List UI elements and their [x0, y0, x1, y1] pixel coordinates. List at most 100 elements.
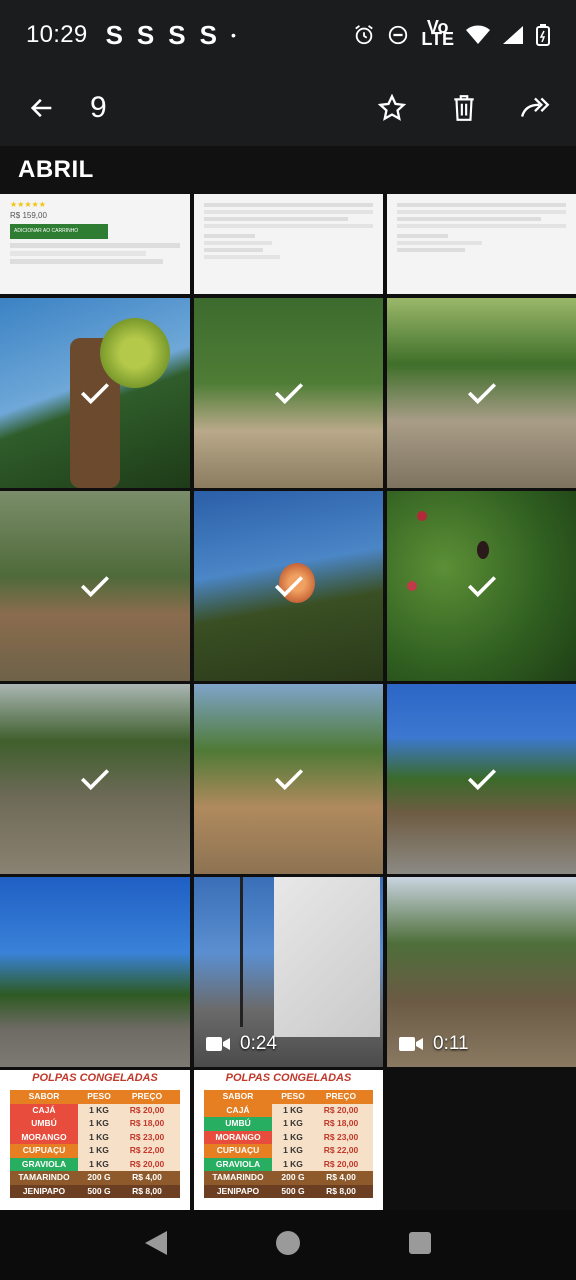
- photo-thumbnail[interactable]: [387, 684, 576, 874]
- video-duration: 0:11: [433, 1033, 469, 1054]
- poster-cell: 1 KG: [89, 1145, 109, 1155]
- poster-header-flavor: SABOR: [28, 1091, 60, 1101]
- poster-title: POLPAS CONGELADAS: [32, 1072, 158, 1084]
- selected-count: 9: [90, 91, 107, 124]
- photo-thumbnail[interactable]: [194, 194, 383, 294]
- photo-thumbnail[interactable]: POLPAS CONGELADAS SABOR PESO PREÇO CAJÁ 1…: [0, 1070, 190, 1210]
- selected-check-icon: [467, 576, 496, 598]
- poster-cell: R$ 20,00: [129, 1104, 165, 1115]
- poster-cell: R$ 18,00: [323, 1118, 359, 1128]
- poster-cell: 1 KG: [283, 1145, 303, 1155]
- poster-cell: R$ 8,00: [326, 1185, 356, 1196]
- wifi-icon: [466, 25, 490, 44]
- poster-cell: R$ 20,00: [129, 1158, 165, 1169]
- delete-button[interactable]: [434, 78, 494, 138]
- nav-recents-button[interactable]: [407, 1230, 433, 1261]
- poster-cell: 1 KG: [89, 1158, 109, 1169]
- poster-cell: TAMARINDO: [212, 1172, 264, 1182]
- poster-cell: 200 G: [87, 1172, 111, 1182]
- video-badge: 0:11: [399, 1033, 469, 1055]
- clock: 10:29: [26, 21, 88, 48]
- poster-cell: 1 KG: [89, 1104, 109, 1115]
- battery-icon: [536, 24, 550, 46]
- photo-thumbnail[interactable]: ★★★★★ R$ 159,00 ADICIONAR AO CARRINHO: [0, 194, 190, 294]
- selected-check-icon: [80, 383, 110, 405]
- poster-cell: 500 G: [281, 1185, 305, 1196]
- nav-back-button[interactable]: [143, 1229, 169, 1262]
- poster-cell: GRAVIOLA: [10, 1157, 78, 1171]
- poster-cell: 500 G: [87, 1185, 111, 1196]
- do-not-disturb-icon: [389, 25, 408, 45]
- poster-cell: UMBÚ: [10, 1117, 78, 1131]
- poster-cell: 1 KG: [283, 1158, 303, 1169]
- poster-header-price: PREÇO: [131, 1091, 163, 1101]
- photo-thumbnail[interactable]: [194, 491, 383, 681]
- video-duration: 0:24: [240, 1033, 277, 1054]
- selection-toolbar: 9: [0, 70, 576, 146]
- poster-cell: 1 KG: [89, 1118, 109, 1128]
- poster-cell: JENIPAPO: [22, 1185, 66, 1196]
- selected-check-icon: [80, 769, 110, 791]
- selected-check-icon: [80, 576, 110, 598]
- notification-icons: S S S S: [106, 20, 217, 51]
- notification-s-icon: S: [199, 19, 217, 50]
- volte-icon: Vo LTE: [421, 17, 454, 49]
- photo-grid: ★★★★★ R$ 159,00 ADICIONAR AO CARRINHO 0:…: [0, 194, 576, 1210]
- photo-thumbnail[interactable]: [0, 684, 190, 874]
- share-forward-icon: [520, 97, 550, 117]
- photo-thumbnail[interactable]: [0, 491, 190, 681]
- nav-home-button[interactable]: [274, 1229, 302, 1262]
- photo-thumbnail[interactable]: [0, 877, 190, 1067]
- photo-thumbnail[interactable]: [194, 298, 383, 488]
- poster-cell: R$ 22,00: [323, 1145, 359, 1155]
- photo-thumbnail[interactable]: [0, 298, 190, 488]
- poster-cell: CUPUAÇU: [10, 1144, 78, 1158]
- poster-cell: R$ 4,00: [132, 1172, 162, 1182]
- notification-s-icon: S: [168, 19, 186, 50]
- month-header: ABRIL: [0, 146, 576, 194]
- poster-title: POLPAS CONGELADAS: [225, 1072, 352, 1084]
- alarm-icon: [355, 25, 374, 45]
- back-button[interactable]: [12, 78, 72, 138]
- favorite-button[interactable]: [362, 78, 422, 138]
- selected-check-icon: [274, 769, 303, 791]
- poster-cell: R$ 20,00: [323, 1104, 359, 1115]
- triangle-back-icon: [144, 1230, 167, 1255]
- share-button[interactable]: [506, 78, 566, 138]
- square-recents-icon: [409, 1231, 432, 1254]
- poster-cell: JENIPAPO: [216, 1185, 260, 1196]
- poster-header-weight: PESO: [87, 1091, 111, 1101]
- add-to-cart-label: ADICIONAR AO CARRINHO: [10, 224, 108, 239]
- photo-thumbnail[interactable]: [387, 298, 576, 488]
- poster-cell: 1 KG: [89, 1131, 109, 1142]
- poster-cell: CAJÁ: [204, 1103, 272, 1117]
- trash-icon: [454, 95, 474, 121]
- poster-header-price: PREÇO: [325, 1091, 357, 1101]
- video-thumbnail[interactable]: 0:24: [194, 877, 383, 1067]
- poster-cell: GRAVIOLA: [204, 1157, 272, 1171]
- poster-cell: R$ 4,00: [326, 1172, 356, 1182]
- poster-cell: 1 KG: [283, 1118, 303, 1128]
- arrow-back-icon: [30, 98, 52, 118]
- notification-s-icon: S: [105, 19, 123, 50]
- photo-thumbnail[interactable]: POLPAS CONGELADAS SABOR PESO PREÇO CAJÁ 1…: [194, 1070, 383, 1210]
- product-price: R$ 159,00: [10, 211, 47, 220]
- selected-check-icon: [274, 576, 303, 598]
- poster-cell: 200 G: [281, 1172, 305, 1182]
- poster-cell: CUPUAÇU: [204, 1144, 272, 1158]
- selected-check-icon: [467, 383, 496, 405]
- poster-cell: 1 KG: [283, 1131, 303, 1142]
- poster-cell: UMBÚ: [204, 1117, 272, 1131]
- photo-thumbnail[interactable]: [387, 491, 576, 681]
- video-camera-icon: [206, 1037, 230, 1051]
- poster-cell: R$ 23,00: [129, 1131, 165, 1142]
- poster-header-weight: PESO: [281, 1091, 305, 1101]
- video-camera-icon: [399, 1037, 423, 1051]
- poster-cell: MORANGO: [204, 1130, 272, 1144]
- poster-header-flavor: SABOR: [222, 1091, 254, 1101]
- photo-thumbnail[interactable]: [194, 684, 383, 874]
- photo-thumbnail[interactable]: [387, 194, 576, 294]
- selected-check-icon: [467, 769, 496, 791]
- poster-cell: R$ 22,00: [129, 1145, 165, 1155]
- video-thumbnail[interactable]: 0:11: [387, 877, 576, 1067]
